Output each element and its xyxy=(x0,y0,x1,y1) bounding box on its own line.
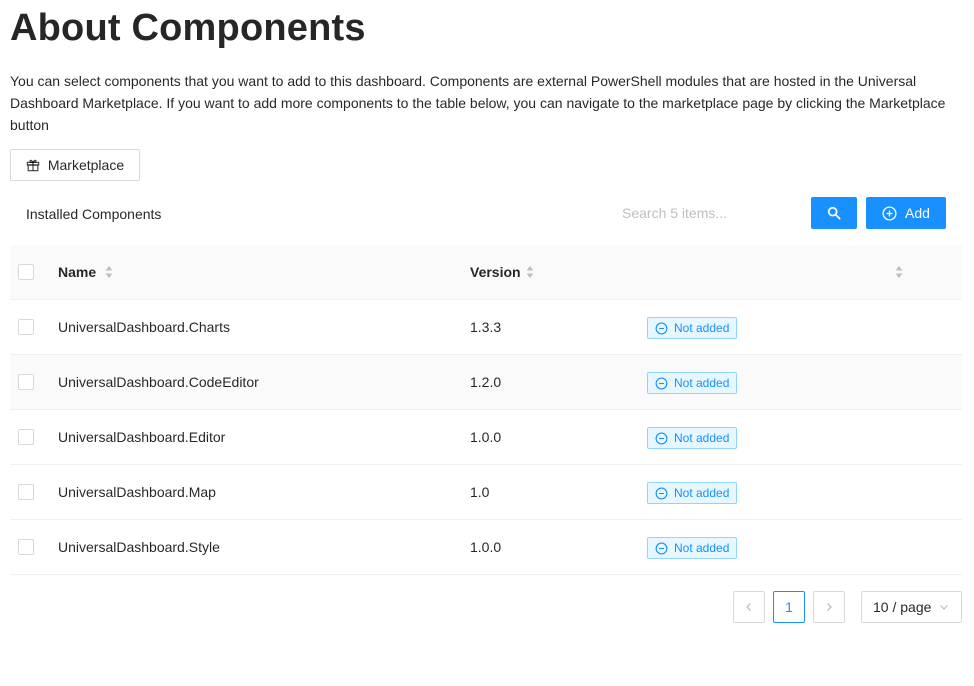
status-label: Not added xyxy=(674,431,730,445)
component-name: UniversalDashboard.Style xyxy=(58,539,220,555)
select-all-checkbox[interactable] xyxy=(18,264,34,280)
component-version: 1.0.0 xyxy=(470,539,502,555)
status-label: Not added xyxy=(674,321,730,335)
table-header: Name Version xyxy=(10,245,962,300)
minus-circle-icon xyxy=(655,432,668,444)
component-version: 1.3.3 xyxy=(470,319,502,335)
intro-text: You can select components that you want … xyxy=(10,73,946,133)
page-size-select[interactable]: 10 / page xyxy=(861,591,962,623)
component-name: UniversalDashboard.Editor xyxy=(58,429,226,445)
page-title: About Components xyxy=(10,7,366,49)
add-button[interactable]: Add xyxy=(866,197,946,229)
marketplace-button[interactable]: Marketplace xyxy=(10,149,140,181)
component-version: 1.0 xyxy=(470,484,490,500)
component-name: UniversalDashboard.Map xyxy=(58,484,216,500)
page-size-value: 10 / page xyxy=(873,599,932,615)
table-row[interactable]: UniversalDashboard.Map 1.0 Not added xyxy=(10,465,962,520)
component-name: UniversalDashboard.CodeEditor xyxy=(58,374,259,390)
row-checkbox[interactable] xyxy=(18,319,34,335)
status-badge: Not added xyxy=(647,372,738,394)
pagination-page-1[interactable]: 1 xyxy=(773,591,805,623)
component-name: UniversalDashboard.Charts xyxy=(58,319,230,335)
pagination-next-button[interactable] xyxy=(813,591,845,623)
status-label: Not added xyxy=(674,541,730,555)
status-label: Not added xyxy=(674,376,730,390)
status-badge: Not added xyxy=(647,482,738,504)
pagination-prev-button[interactable] xyxy=(733,591,765,623)
gift-icon xyxy=(26,158,40,172)
search-input[interactable] xyxy=(611,197,801,229)
section-title: Installed Components xyxy=(26,206,162,222)
table-row[interactable]: UniversalDashboard.Charts 1.3.3 Not adde… xyxy=(10,300,962,355)
sort-icon[interactable] xyxy=(526,265,534,279)
status-label: Not added xyxy=(674,486,730,500)
row-checkbox[interactable] xyxy=(18,374,34,390)
status-badge: Not added xyxy=(647,317,738,339)
table-row[interactable]: UniversalDashboard.CodeEditor 1.2.0 Not … xyxy=(10,355,962,410)
plus-circle-icon xyxy=(882,205,897,221)
column-header-name[interactable]: Name xyxy=(58,263,96,282)
marketplace-button-label: Marketplace xyxy=(47,157,125,173)
chevron-down-icon xyxy=(940,605,949,610)
status-badge: Not added xyxy=(647,537,738,559)
components-table: Name Version UniversalDashboard.Charts 1… xyxy=(10,245,962,575)
table-row[interactable]: UniversalDashboard.Style 1.0.0 Not added xyxy=(10,520,962,575)
status-badge: Not added xyxy=(647,427,738,449)
row-checkbox[interactable] xyxy=(18,429,34,445)
minus-circle-icon xyxy=(655,377,668,389)
search-icon xyxy=(827,206,841,220)
add-button-label: Add xyxy=(905,205,930,221)
minus-circle-icon xyxy=(655,487,668,499)
search-button[interactable] xyxy=(811,197,857,229)
minus-circle-icon xyxy=(655,322,668,334)
component-version: 1.2.0 xyxy=(470,374,502,390)
chevron-right-icon xyxy=(827,603,832,611)
sort-icon[interactable] xyxy=(895,265,903,279)
sort-icon[interactable] xyxy=(105,265,113,279)
row-checkbox[interactable] xyxy=(18,484,34,500)
chevron-left-icon xyxy=(746,603,751,611)
table-row[interactable]: UniversalDashboard.Editor 1.0.0 Not adde… xyxy=(10,410,962,465)
component-version: 1.0.0 xyxy=(470,429,502,445)
minus-circle-icon xyxy=(655,542,668,554)
column-header-version[interactable]: Version xyxy=(470,263,521,282)
row-checkbox[interactable] xyxy=(18,539,34,555)
